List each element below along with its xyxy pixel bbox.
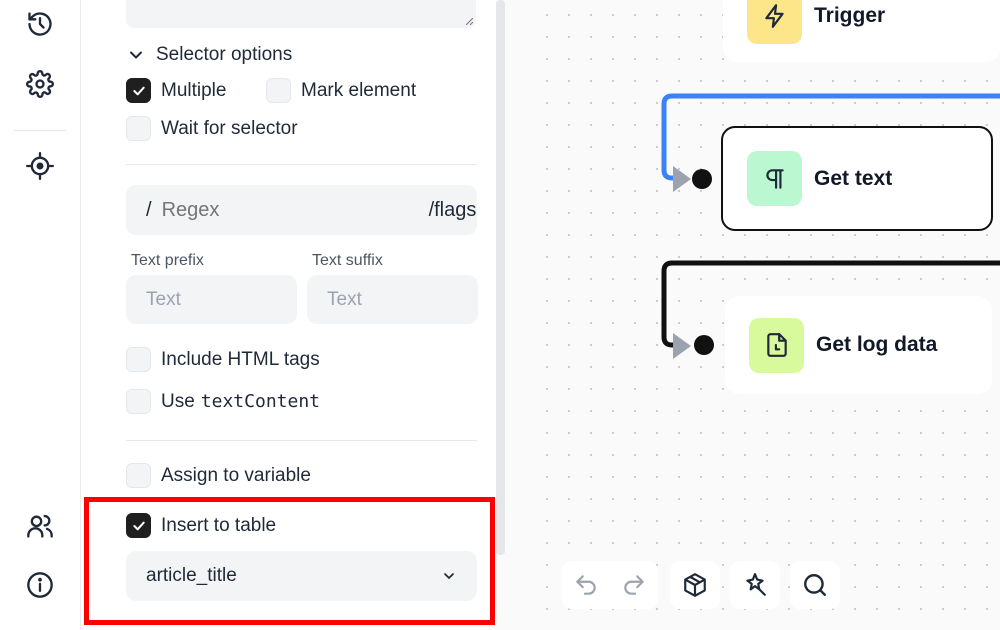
history-toolbar [562,561,658,609]
file-clock-icon [749,317,804,373]
package-toolbar [670,561,720,609]
package-icon[interactable] [671,561,719,609]
input-arrow [673,333,691,359]
redo-icon[interactable] [610,561,658,609]
input-handle[interactable] [694,335,714,355]
get-log-data-node[interactable]: Get log data [725,296,992,394]
search-icon[interactable] [791,561,839,609]
node-title: Get log data [816,333,938,356]
pilcrow-icon [747,151,802,206]
node-title: Trigger [814,4,886,27]
get-text-node[interactable]: Get text [721,126,993,231]
undo-icon[interactable] [562,561,610,609]
node-title: Get text [814,166,893,190]
input-arrow [673,166,691,192]
magic-toolbar [730,561,780,609]
lightning-icon [747,0,802,44]
input-handle[interactable] [692,169,712,189]
search-toolbar [790,561,840,609]
magic-wand-icon[interactable] [731,561,779,609]
trigger-node[interactable]: Trigger [723,0,1000,62]
